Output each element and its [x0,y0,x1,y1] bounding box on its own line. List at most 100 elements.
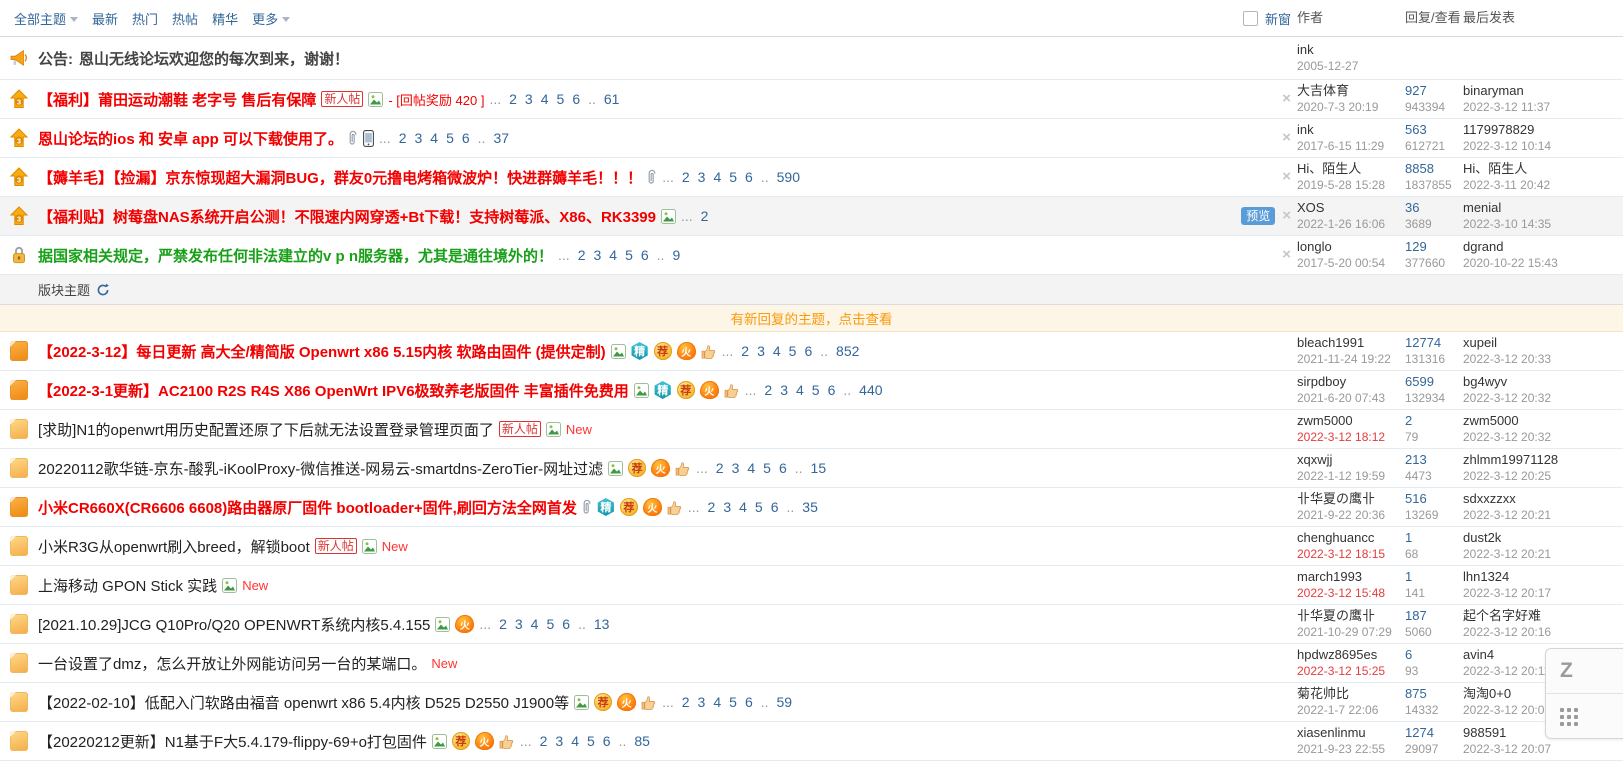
reply-count[interactable]: 1274 [1405,725,1463,741]
page-link[interactable]: 2 [499,616,507,632]
page-link[interactable]: 590 [777,169,800,185]
nav-hot[interactable]: 热门 [132,9,158,28]
last-post-date[interactable]: 2022-3-12 20:25 [1463,468,1623,484]
page-link[interactable]: 6 [603,733,611,749]
page-link[interactable]: 85 [634,733,650,749]
page-link[interactable]: 4 [531,616,539,632]
thread-title[interactable]: 小米CR660X(CR6606 6608)路由器原厂固件 bootloader+… [38,497,577,518]
author-link[interactable]: ink [1297,122,1405,138]
page-link[interactable]: 9 [672,247,680,263]
reply-count[interactable]: 927 [1405,83,1463,99]
page-link[interactable]: 15 [811,460,827,476]
page-link[interactable]: 3 [723,499,731,515]
page-link[interactable]: 6 [641,247,649,263]
page-link[interactable]: 852 [836,343,859,359]
page-link[interactable]: 6 [562,616,570,632]
close-icon[interactable]: × [1282,170,1291,184]
page-link[interactable]: 4 [713,169,721,185]
page-link[interactable]: 2 [682,169,690,185]
author-link[interactable]: 卝华夏の鹰卝 [1297,491,1405,507]
last-poster-link[interactable]: dgrand [1463,239,1623,255]
page-link[interactable]: 4 [430,130,438,146]
last-post-date[interactable]: 2022-3-12 10:14 [1463,138,1623,154]
author-link[interactable]: longlo [1297,239,1405,255]
preview-badge[interactable]: 预览 [1241,207,1275,225]
thread-title[interactable]: 一台设置了dmz，怎么开放让外网能访问另一台的某端口。 [38,653,426,674]
reply-count[interactable]: 187 [1405,608,1463,624]
announcement-text[interactable]: 公告:恩山无线论坛欢迎您的每次到来，谢谢！ [38,48,349,69]
page-link[interactable]: 5 [789,343,797,359]
page-link[interactable]: 4 [796,382,804,398]
page-link[interactable]: 3 [515,616,523,632]
author-link[interactable]: Hi、陌生人 [1297,161,1405,177]
thread-title[interactable]: 【福利贴】树莓盘NAS系统开启公测！不限速内网穿透+Bt下载！支持树莓派、X86… [38,206,656,227]
page-link[interactable]: 5 [812,382,820,398]
reply-count[interactable]: 8858 [1405,161,1463,177]
close-icon[interactable]: × [1282,131,1291,145]
page-link[interactable]: 2 [716,460,724,476]
page-link[interactable]: 6 [572,91,580,107]
page-link[interactable]: 2 [509,91,517,107]
last-post-date[interactable]: 2022-3-12 20:17 [1463,585,1623,601]
reply-count[interactable]: 1 [1405,530,1463,546]
thread-title[interactable]: 【2022-3-12】每日更新 高大全/精简版 Openwrt x86 5.15… [38,341,606,362]
page-link[interactable]: 3 [525,91,533,107]
thread-title[interactable]: 恩山论坛的ios 和 安卓 app 可以下载使用了。 [38,128,343,149]
page-link[interactable]: 4 [773,343,781,359]
page-link[interactable]: 4 [713,694,721,710]
page-link[interactable]: 2 [399,130,407,146]
thread-title[interactable]: 小米R3G从openwrt刷入breed，解锁boot [38,536,310,557]
author-link[interactable]: hpdwz8695es [1297,647,1405,663]
page-link[interactable]: 3 [698,694,706,710]
reply-count[interactable]: 6 [1405,647,1463,663]
reply-count[interactable]: 12774 [1405,335,1463,351]
nav-digest[interactable]: 精华 [212,9,238,28]
author-link[interactable]: ink [1297,42,1405,58]
page-link[interactable]: 6 [771,499,779,515]
last-post-date[interactable]: 2022-3-11 20:42 [1463,177,1623,193]
page-link[interactable]: 6 [745,694,753,710]
last-post-date[interactable]: 2022-3-10 14:35 [1463,216,1623,232]
thread-title[interactable]: [求助]N1的openwrt用历史配置还原了下后就无法设置登录管理页面了 [38,419,494,440]
thread-title[interactable]: 上海移动 GPON Stick 实践 [38,575,217,596]
page-link[interactable]: 3 [757,343,765,359]
reply-count[interactable]: 213 [1405,452,1463,468]
last-post-date[interactable]: 2020-10-22 15:43 [1463,255,1623,271]
page-link[interactable]: 3 [555,733,563,749]
page-link[interactable]: 440 [859,382,882,398]
page-link[interactable]: 5 [755,499,763,515]
author-link[interactable]: bleach1991 [1297,335,1405,351]
last-poster-link[interactable]: binaryman [1463,83,1623,99]
page-link[interactable]: 59 [777,694,793,710]
page-link[interactable]: 5 [763,460,771,476]
thread-title[interactable]: [2021.10.29]JCG Q10Pro/Q20 OPENWRT系统内核5.… [38,614,430,635]
page-link[interactable]: 37 [493,130,509,146]
author-link[interactable]: xqxwjj [1297,452,1405,468]
last-poster-link[interactable]: zhlmm19971128 [1463,452,1623,468]
close-icon[interactable]: × [1282,209,1291,223]
author-link[interactable]: sirpdboy [1297,374,1405,390]
author-link[interactable]: XOS [1297,200,1405,216]
thread-title[interactable]: 【20220212更新】N1基于F大5.4.179-flippy-69+o打包固… [38,731,427,752]
page-link[interactable]: 3 [414,130,422,146]
grid-menu-button[interactable] [1546,693,1623,738]
page-link[interactable]: 2 [701,208,709,224]
page-link[interactable]: 2 [764,382,772,398]
thread-title[interactable]: 据国家相关规定，严禁发布任何非法建立的v p n服务器，尤其是通往境外的！ [38,245,553,266]
close-icon[interactable]: × [1282,248,1291,262]
last-poster-link[interactable]: zwm5000 [1463,413,1623,429]
author-link[interactable]: xiasenlinmu [1297,725,1405,741]
page-link[interactable]: 4 [571,733,579,749]
new-replies-notice[interactable]: 有新回复的主题，点击查看 [0,305,1623,332]
author-link[interactable]: 大吉体育 [1297,83,1405,99]
page-link[interactable]: 6 [745,169,753,185]
page-link[interactable]: 5 [557,91,565,107]
page-link[interactable]: 2 [540,733,548,749]
page-link[interactable]: 4 [541,91,549,107]
last-poster-link[interactable]: Hi、陌生人 [1463,161,1623,177]
last-post-date[interactable]: 2022-3-12 20:16 [1463,624,1623,640]
reply-count[interactable]: 36 [1405,200,1463,216]
reply-count[interactable]: 2 [1405,413,1463,429]
last-post-date[interactable]: 2022-3-12 20:07 [1463,741,1623,757]
page-link[interactable]: 2 [741,343,749,359]
